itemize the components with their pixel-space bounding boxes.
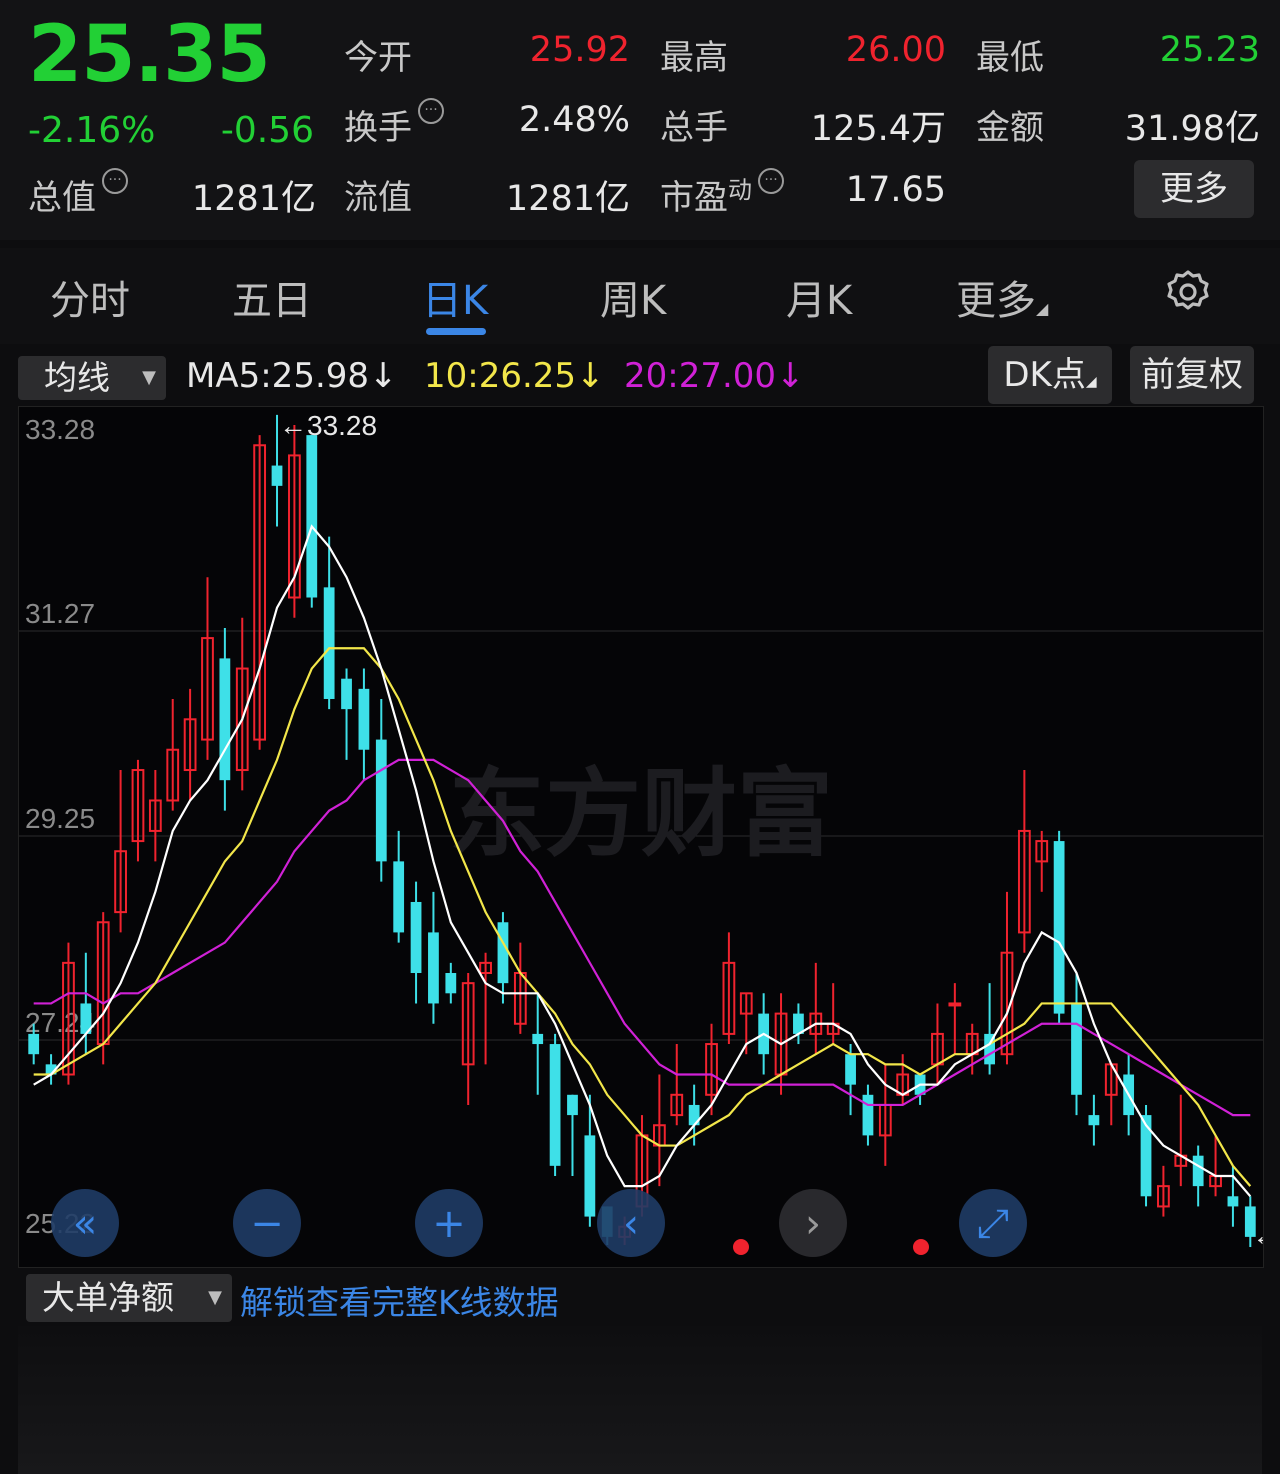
y-tick-label: 29.25: [25, 803, 95, 834]
market-cap-value: 1281亿: [191, 179, 316, 219]
candle-up: [948, 1002, 962, 1007]
info-icon: ···: [102, 168, 128, 194]
candle-down: [393, 861, 405, 933]
candle-down: [445, 973, 457, 994]
sub-indicator-panel: [18, 1326, 1262, 1474]
open-label: 今开: [344, 38, 412, 78]
amount-value: 31.98亿: [1124, 109, 1260, 149]
candle-down: [1071, 1003, 1082, 1095]
watermark: 东方财富: [449, 758, 833, 870]
candle-down: [271, 465, 283, 486]
indicator-bar: 均线 ▼ MA5:25.98↓ 10:26.25↓ 20:27.00↓ DK点◢ …: [0, 346, 1280, 406]
candle-down: [375, 739, 387, 862]
current-price: 25.35: [28, 10, 271, 100]
change-percent: -2.16%: [28, 110, 156, 151]
pe-label[interactable]: 市盈动 ···: [660, 168, 784, 219]
scroll-left-icon-glyph: ‹: [623, 1201, 639, 1247]
open-value: 25.92: [529, 30, 630, 70]
dk-signal-dot: [913, 1239, 929, 1255]
candle-down: [497, 922, 509, 984]
tab-intraday[interactable]: 分时: [50, 268, 130, 326]
ma20-readout: 20:27.00↓: [624, 356, 805, 396]
candle-down: [845, 1054, 856, 1085]
sub-indicator-bar: 大单净额 ▼ 解锁查看完整K线数据: [0, 1270, 1280, 1326]
unlock-link[interactable]: 解锁查看完整K线数据: [240, 1276, 559, 1324]
candle-down: [532, 1033, 544, 1045]
candle-down: [323, 587, 335, 699]
pe-value: 17.65: [845, 170, 946, 210]
dropdown-caret-icon: ▼: [208, 1287, 222, 1308]
candle-down: [567, 1094, 578, 1116]
dk-signal-dot: [733, 1239, 749, 1255]
quote-panel: 25.35 -2.16% -0.56 今开 25.92 最高 26.00 最低 …: [0, 0, 1280, 240]
candle-down: [1088, 1115, 1100, 1126]
candle-down: [219, 658, 231, 781]
low-label: 最低: [976, 38, 1044, 78]
turnover-label[interactable]: 换手 ···: [344, 98, 444, 149]
tab-monthly-k[interactable]: 月K: [786, 268, 852, 326]
tab-weekly-k[interactable]: 周K: [600, 268, 666, 326]
tab-five-day[interactable]: 五日: [232, 268, 312, 326]
ma10-readout: 10:26.25↓: [424, 356, 605, 396]
adjust-button[interactable]: 前复权: [1130, 346, 1254, 404]
market-cap-label[interactable]: 总值 ···: [28, 168, 128, 219]
kline-chart[interactable]: 33.2831.2729.2527.2425.22东方财富←33.28←25.2…: [18, 406, 1280, 1268]
candle-down: [1053, 841, 1065, 1014]
scroll-left-fast-icon-glyph: «: [73, 1201, 97, 1247]
ma10-line: [33, 647, 1252, 1187]
dk-point-button[interactable]: DK点◢: [988, 346, 1112, 404]
tab-daily-k[interactable]: 日K: [422, 268, 488, 326]
info-icon: ···: [418, 98, 444, 124]
amount-label: 金额: [976, 108, 1044, 148]
candle-down: [410, 901, 422, 974]
scroll-right-icon-glyph: ›: [805, 1201, 821, 1247]
y-tick-label: 33.28: [25, 414, 95, 445]
dropdown-caret-icon: ▼: [142, 367, 156, 388]
active-tab-indicator: [426, 328, 486, 335]
volume-value: 125.4万: [810, 109, 946, 149]
high-value: 26.00: [845, 30, 946, 70]
y-tick-label: 31.27: [25, 598, 95, 629]
candle-down: [1192, 1155, 1204, 1187]
tab-more[interactable]: 更多◢: [956, 268, 1048, 326]
kline-svg: 33.2831.2729.2527.2425.22东方财富←33.28←25.2…: [19, 410, 1280, 1257]
low-value: 25.23: [1159, 30, 1260, 70]
volume-label: 总手: [660, 108, 728, 148]
max-price-label: ←33.28: [279, 410, 377, 441]
more-button[interactable]: 更多: [1134, 160, 1254, 218]
candle-down: [862, 1094, 874, 1136]
min-price-label: ←25.22: [1252, 1220, 1263, 1251]
ma5-readout: MA5:25.98↓: [186, 356, 398, 396]
float-cap-value: 1281亿: [505, 179, 630, 219]
ma-selector[interactable]: 均线 ▼: [18, 356, 166, 400]
candle-down: [428, 932, 439, 1004]
period-tabs: 分时 五日 日K 周K 月K 更多◢: [0, 248, 1280, 344]
change-amount: -0.56: [220, 110, 314, 151]
fullscreen-icon-glyph: ⤢: [977, 1201, 1009, 1247]
candle-down: [306, 435, 318, 598]
settings-gear-icon[interactable]: [1164, 268, 1212, 316]
candle-down: [341, 678, 352, 710]
sub-indicator-selector[interactable]: 大单净额 ▼: [26, 1274, 232, 1322]
info-icon: ···: [758, 168, 784, 194]
candle-down: [549, 1044, 561, 1166]
candle-down: [358, 688, 370, 750]
float-cap-label: 流值: [344, 178, 412, 218]
candle-down: [1227, 1196, 1239, 1207]
candle-down: [28, 1033, 40, 1055]
high-label: 最高: [660, 38, 728, 78]
zoom-out-icon-glyph: −: [250, 1201, 284, 1247]
zoom-in-icon-glyph: +: [432, 1201, 466, 1247]
candle-down: [1140, 1115, 1152, 1197]
turnover-value: 2.48%: [518, 100, 630, 140]
candle-down: [584, 1135, 596, 1217]
